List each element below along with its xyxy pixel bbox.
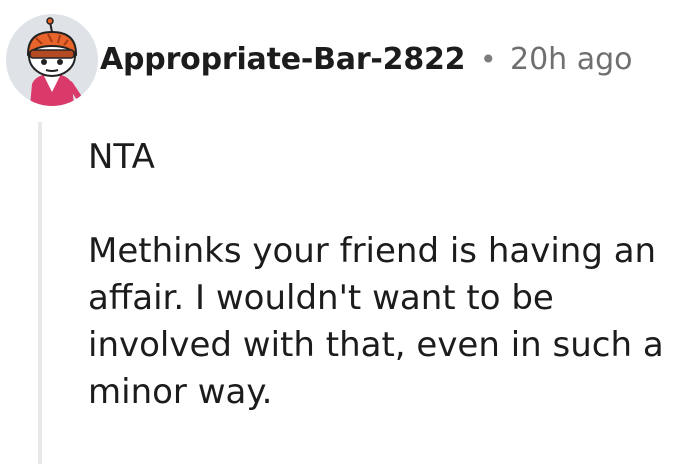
- user-avatar-icon[interactable]: [6, 14, 98, 106]
- meta-separator: •: [480, 43, 497, 76]
- comment-paragraph: NTA: [88, 137, 155, 177]
- comment-header: Appropriate-Bar-2822 • 20h ago: [0, 0, 700, 120]
- comment: Appropriate-Bar-2822 • 20h ago NTA Methi…: [0, 0, 700, 464]
- thread-collapse-line[interactable]: [38, 122, 42, 464]
- comment-body: NTA Methinks your friend is having an af…: [88, 134, 688, 416]
- avatar-illustration: [6, 14, 98, 106]
- comment-paragraph: Methinks your friend is having an affair…: [88, 231, 664, 412]
- author-username[interactable]: Appropriate-Bar-2822: [100, 40, 466, 80]
- comment-timestamp[interactable]: 20h ago: [510, 40, 633, 80]
